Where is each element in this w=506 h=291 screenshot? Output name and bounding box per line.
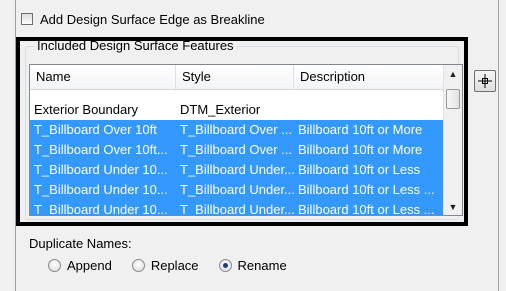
crosshair-icon [478, 74, 492, 88]
radio-rename[interactable]: Rename [218, 258, 287, 273]
radio-append[interactable]: Append [48, 258, 112, 273]
radio-append-label[interactable]: Append [67, 258, 112, 273]
radio-rename-button[interactable] [218, 258, 232, 272]
radio-replace[interactable]: Replace [131, 258, 199, 273]
panel-edge-right [498, 0, 499, 291]
duplicate-names-radio-group: Append Replace Rename [48, 256, 307, 274]
radio-replace-button[interactable] [131, 258, 145, 272]
breakline-option[interactable]: Add Design Surface Edge as Breakline [21, 10, 265, 28]
pick-feature-button[interactable] [474, 70, 496, 92]
radio-append-button[interactable] [48, 258, 61, 272]
radio-replace-label[interactable]: Replace [151, 258, 199, 273]
radio-rename-label[interactable]: Rename [238, 258, 287, 273]
breakline-checkbox[interactable] [21, 13, 33, 25]
duplicate-names-label: Duplicate Names: [29, 236, 132, 251]
breakline-checkbox-label[interactable]: Add Design Surface Edge as Breakline [40, 12, 265, 27]
highlight-frame [16, 37, 468, 226]
